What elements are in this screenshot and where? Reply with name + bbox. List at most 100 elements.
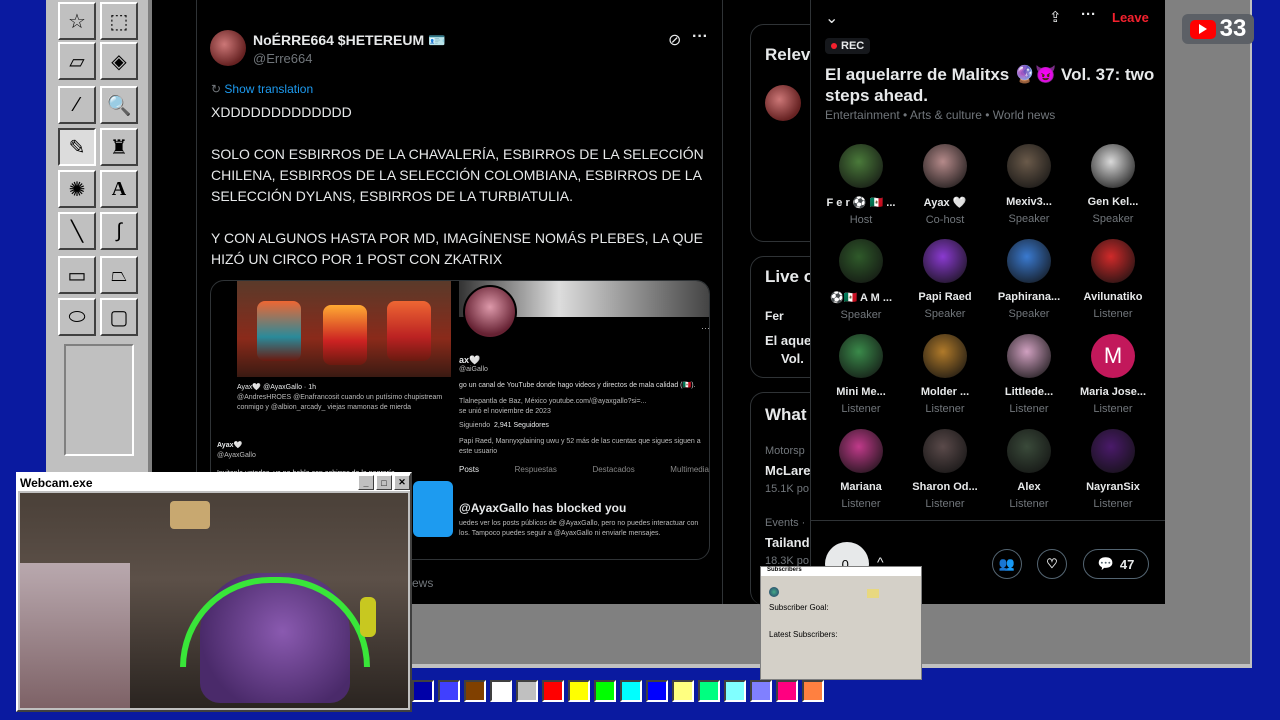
participant[interactable]: Littlede... Listener — [987, 334, 1071, 415]
tab-media[interactable]: Multimedia — [670, 465, 709, 474]
reply2-handle: @AyaxGallo — [217, 452, 256, 459]
palette-swatch[interactable] — [620, 680, 642, 702]
more-options-icon[interactable]: ··· — [692, 28, 708, 46]
text-tool-icon[interactable]: A — [100, 170, 138, 208]
participant[interactable]: Sharon Od... Listener — [903, 429, 987, 510]
show-translation-link[interactable]: ↻ Show translation — [211, 82, 313, 96]
rec-badge: REC — [825, 38, 871, 54]
people-icon[interactable]: 👥 — [992, 549, 1022, 579]
drink-cup — [387, 301, 431, 361]
live-user[interactable]: Fer — [765, 309, 784, 323]
divider — [811, 520, 1165, 521]
palette-swatch[interactable] — [750, 680, 772, 702]
participant[interactable]: Mexiv3... Speaker — [987, 144, 1071, 225]
palette-swatch[interactable] — [776, 680, 798, 702]
live-title-2[interactable]: Vol. — [781, 351, 804, 366]
rect-select-icon[interactable]: ⬚ — [100, 2, 138, 40]
tool-options-box[interactable] — [64, 344, 134, 456]
color-picker-icon[interactable]: ⁄ — [58, 86, 96, 124]
participant[interactable]: Paphirana... Speaker — [987, 239, 1071, 320]
participant[interactable]: Alex Listener — [987, 429, 1071, 510]
profile-more-icon[interactable]: ⋯ — [701, 323, 709, 334]
share-icon[interactable]: ⇪ — [1049, 8, 1062, 26]
trend-name[interactable]: McLare — [765, 463, 811, 478]
leave-button[interactable]: Leave — [1112, 10, 1149, 25]
palette-swatch[interactable] — [542, 680, 564, 702]
participant-name: F e r ⚽ 🇲🇽 ... — [826, 197, 896, 209]
airbrush-icon[interactable]: ✺ — [58, 170, 96, 208]
more-icon[interactable]: ··· — [1081, 6, 1096, 23]
participant[interactable]: M Maria Jose... Listener — [1071, 334, 1155, 415]
palette-swatch[interactable] — [568, 680, 590, 702]
participant-role: Listener — [1093, 498, 1133, 510]
participant[interactable]: F e r ⚽ 🇲🇽 ... Host — [819, 144, 903, 226]
fill-bucket-icon[interactable]: ◈ — [100, 42, 138, 80]
palette-swatch[interactable] — [464, 680, 486, 702]
palette-swatch[interactable] — [438, 680, 460, 702]
participant[interactable]: Avilunatiko Listener — [1071, 239, 1155, 320]
profile-joined: se unió el noviembre de 2023 — [459, 408, 551, 415]
magnifier-icon[interactable]: 🔍 — [100, 86, 138, 124]
reply-text: @AndresHROES @Enafrancosit cuando un put… — [237, 394, 443, 411]
curve-tool-icon[interactable]: ∫ — [100, 212, 138, 250]
tab-replies[interactable]: Respuestas — [515, 465, 557, 474]
participant[interactable]: ⚽🇲🇽 A M ... Speaker — [819, 239, 903, 321]
comment-icon: 💬 — [1097, 556, 1114, 571]
relevant-avatar[interactable] — [765, 85, 801, 121]
webcam-titlebar[interactable]: Webcam.exe _ □ ✕ — [18, 474, 410, 491]
minimize-button[interactable]: _ — [358, 475, 374, 490]
headphones — [180, 577, 370, 667]
author-avatar[interactable] — [210, 30, 246, 66]
participant[interactable]: Papi Raed Speaker — [903, 239, 987, 320]
participant-name: Littlede... — [1004, 386, 1054, 398]
line-tool-icon[interactable]: ╲ — [58, 212, 96, 250]
palette-swatch[interactable] — [646, 680, 668, 702]
collapse-chevron-icon[interactable]: ⌄ — [825, 8, 838, 28]
pencil-icon[interactable]: ✎ — [58, 128, 96, 166]
palette-swatch[interactable] — [594, 680, 616, 702]
participant-name: Gen Kel... — [1087, 196, 1139, 208]
participant[interactable]: Ayax 🤍 Co-host — [903, 144, 987, 226]
replies-button[interactable]: 💬 47 — [1083, 549, 1149, 579]
participant[interactable]: Mariana Listener — [819, 429, 903, 510]
brush-icon[interactable]: ♜ — [100, 128, 138, 166]
grok-icon[interactable]: ⊘ — [668, 30, 681, 50]
ellipse-tool-icon[interactable]: ⬭ — [58, 298, 96, 336]
heart-add-icon[interactable]: ♡ — [1037, 549, 1067, 579]
rec-label: REC — [841, 40, 865, 52]
participant-name: Ayax 🤍 — [923, 197, 967, 209]
rounded-rect-tool-icon[interactable]: ▢ — [100, 298, 138, 336]
profile-location: Tlalnepantla de Baz, México youtube.com/… — [459, 398, 647, 405]
palette-swatch[interactable] — [490, 680, 512, 702]
participant-role: Co-host — [925, 214, 965, 226]
palette-swatch[interactable] — [724, 680, 746, 702]
participant-role: Speaker — [924, 308, 966, 320]
rectangle-tool-icon[interactable]: ▭ — [58, 256, 96, 294]
close-button[interactable]: ✕ — [394, 475, 410, 490]
subscriber-goal-label: Subscriber Goal: — [769, 603, 829, 612]
palette-swatch[interactable] — [802, 680, 824, 702]
participant[interactable]: NayranSix Listener — [1071, 429, 1155, 510]
tab-posts[interactable]: Posts — [459, 465, 479, 474]
participant[interactable]: Gen Kel... Speaker — [1071, 144, 1155, 225]
drinks-image[interactable] — [237, 281, 451, 377]
color-palette — [412, 680, 824, 702]
palette-swatch[interactable] — [698, 680, 720, 702]
youtube-count: 33 — [1219, 15, 1247, 42]
maximize-button[interactable]: □ — [376, 475, 392, 490]
webcam-feed — [20, 493, 408, 708]
live-title[interactable]: El aquel — [765, 333, 815, 348]
palette-swatch[interactable] — [516, 680, 538, 702]
polygon-tool-icon[interactable]: ⏢ — [100, 256, 138, 294]
participant[interactable]: Molder ... Listener — [903, 334, 987, 415]
author-name[interactable]: NoÉRRE664 $HETEREUM 🪪 — [253, 32, 445, 49]
eraser-icon[interactable]: ▱ — [58, 42, 96, 80]
reply2-author: Ayax🤍 — [217, 442, 243, 449]
participant[interactable]: Mini Me... Listener — [819, 334, 903, 415]
tab-highlights[interactable]: Destacados — [592, 465, 634, 474]
palette-swatch[interactable] — [412, 680, 434, 702]
trend-name[interactable]: Tailand — [765, 535, 810, 550]
free-select-icon[interactable]: ☆ — [58, 2, 96, 40]
palette-swatch[interactable] — [672, 680, 694, 702]
author-handle[interactable]: @Erre664 — [253, 51, 312, 66]
